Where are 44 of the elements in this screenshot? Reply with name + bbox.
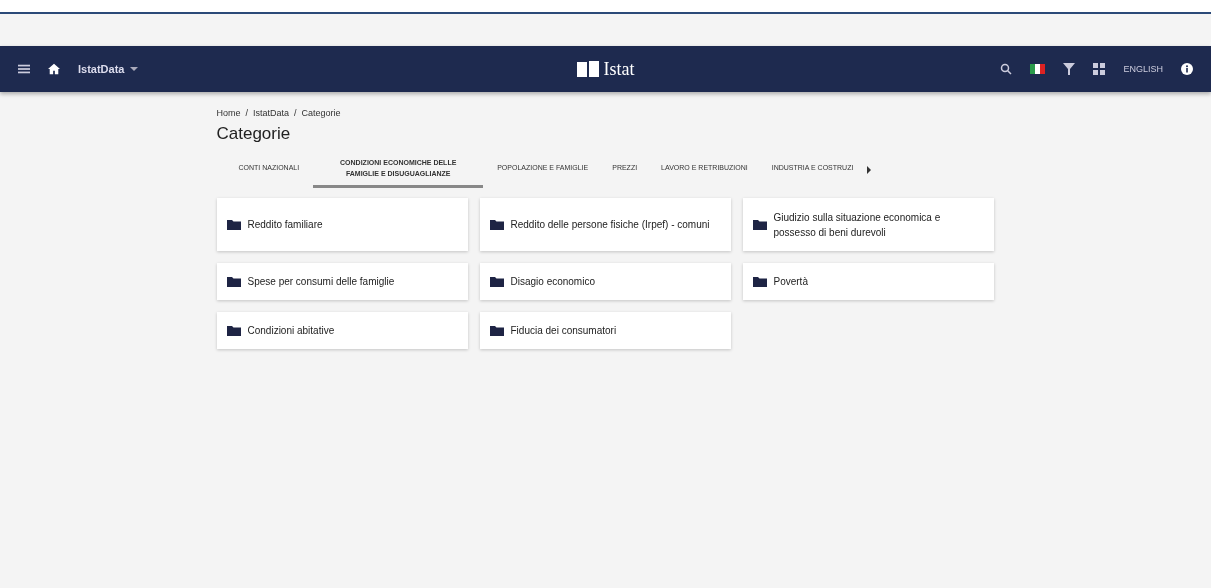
info-icon[interactable] [1181,63,1193,75]
breadcrumb-current: Categorie [301,108,341,118]
home-icon[interactable] [48,63,60,75]
category-card[interactable]: Spese per consumi delle famiglie [216,263,468,300]
breadcrumb-link[interactable]: IstatData [253,108,290,118]
category-label: Reddito familiare [247,218,323,232]
grid-icon[interactable] [1093,63,1106,75]
category-card[interactable]: Reddito familiare [216,198,468,251]
search-icon[interactable] [1000,63,1013,75]
caret-icon [130,67,139,71]
folder-icon [752,219,767,230]
book-icon [576,61,599,77]
category-card[interactable]: Condizioni abitative [216,312,468,349]
folder-icon [489,325,504,336]
flag-icon[interactable] [1030,64,1046,74]
category-card[interactable]: Fiducia dei consumatori [479,312,731,349]
breadcrumb-separator: / [294,108,297,118]
filter-icon[interactable] [1063,63,1076,75]
category-label: Spese per consumi delle famiglie [247,275,395,289]
category-label: Povertà [773,275,808,289]
folder-icon [226,276,241,287]
category-card[interactable]: Disagio economico [479,263,731,300]
category-card[interactable]: Reddito delle persone fisiche (Irpef) - comuni [479,198,731,251]
logo-text: Istat [603,58,635,80]
menu-icon[interactable] [18,63,30,75]
page-title: Categorie [216,124,292,144]
folder-icon [489,276,504,287]
language-button[interactable]: ENGLISH [1123,64,1163,74]
app-menu-button[interactable]: IstatData [78,63,125,75]
category-label: Giudizio sulla situazione economica e possesso di beni durevoli [773,210,942,240]
logo[interactable]: Istat [576,58,635,80]
next-arrow-icon[interactable] [867,166,872,174]
breadcrumb-link[interactable]: Home [216,108,241,118]
category-card[interactable]: Giudizio sulla situazione economica e possesso di beni durevoli [742,198,994,251]
category-card[interactable]: Povertà [742,263,994,300]
category-label: Reddito delle persone fisiche (Irpef) - comuni [510,218,710,232]
breadcrumb-separator: / [245,108,249,118]
folder-icon [752,276,767,287]
folder-icon [226,325,241,336]
category-label: Condizioni abitative [247,324,335,338]
folder-icon [226,219,241,230]
category-label: Disagio economico [510,275,595,289]
folder-icon [489,219,504,230]
category-label: Fiducia dei consumatori [510,324,617,338]
